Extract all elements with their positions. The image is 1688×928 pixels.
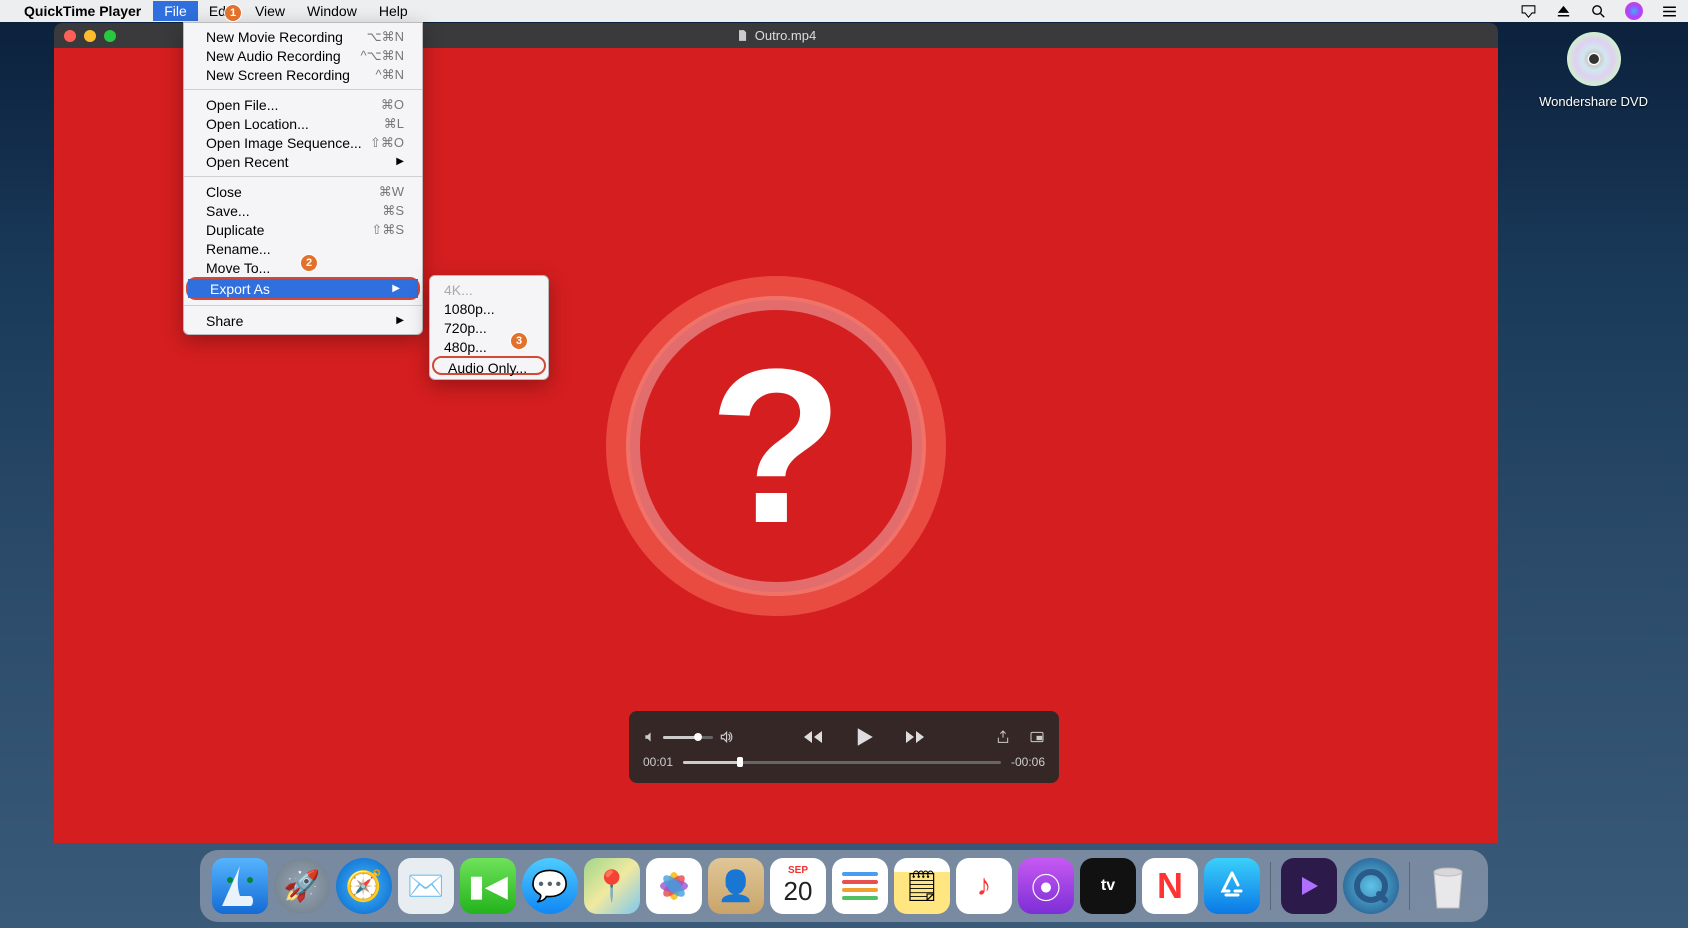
calendar-icon[interactable]: SEP 20 <box>770 858 826 914</box>
annotation-marker-1: 1 <box>224 4 242 22</box>
rewind-button[interactable] <box>801 725 825 749</box>
desktop-dvd-icon[interactable]: Wondershare DVD <box>1539 32 1648 109</box>
volume-min-icon[interactable] <box>643 730 657 744</box>
app-name[interactable]: QuickTime Player <box>24 3 141 19</box>
control-center-icon[interactable] <box>1661 3 1678 20</box>
play-button[interactable] <box>849 722 879 752</box>
menu-new-movie-recording[interactable]: New Movie Recording⌥⌘N <box>184 27 422 46</box>
menu-new-screen-recording[interactable]: New Screen Recording^⌘N <box>184 65 422 84</box>
airplay-icon[interactable] <box>1520 3 1537 20</box>
menu-file[interactable]: File <box>153 1 198 21</box>
podcasts-icon[interactable]: ⦿ <box>1018 858 1074 914</box>
menu-open-location[interactable]: Open Location...⌘L <box>184 114 422 133</box>
menu-new-audio-recording[interactable]: New Audio Recording^⌥⌘N <box>184 46 422 65</box>
launchpad-icon[interactable]: 🚀 <box>274 858 330 914</box>
export-720p[interactable]: 720p... <box>430 318 548 337</box>
menu-export-as[interactable]: Export As▶ <box>188 279 418 298</box>
annotation-marker-3: 3 <box>510 332 528 350</box>
dock: 🚀 🧭 ✉️ ▮◀ 💬 📍 👤 SEP 20 🗒 ♪ ⦿ tv N <box>200 850 1488 922</box>
contacts-icon[interactable]: 👤 <box>708 858 764 914</box>
window-minimize-button[interactable] <box>84 30 96 42</box>
export-1080p[interactable]: 1080p... <box>430 299 548 318</box>
reminders-icon[interactable] <box>832 858 888 914</box>
disc-icon <box>1567 32 1621 86</box>
fast-forward-button[interactable] <box>903 725 927 749</box>
scrubber[interactable] <box>683 761 1001 764</box>
news-icon[interactable]: N <box>1142 858 1198 914</box>
music-icon[interactable]: ♪ <box>956 858 1012 914</box>
share-icon[interactable] <box>995 729 1011 745</box>
menu-close[interactable]: Close⌘W <box>184 182 422 201</box>
window-zoom-button[interactable] <box>104 30 116 42</box>
eject-icon[interactable] <box>1555 3 1572 20</box>
photos-icon[interactable] <box>646 858 702 914</box>
search-icon[interactable] <box>1590 3 1607 20</box>
player-controls: 00:01 -00:06 <box>629 711 1059 783</box>
menu-duplicate[interactable]: Duplicate⇧⌘S <box>184 220 422 239</box>
annotation-marker-2: 2 <box>300 254 318 272</box>
finder-icon[interactable] <box>212 858 268 914</box>
time-elapsed: 00:01 <box>643 755 673 769</box>
document-icon <box>736 29 749 42</box>
desktop-icon-label: Wondershare DVD <box>1539 94 1648 109</box>
siri-icon[interactable] <box>1625 2 1643 20</box>
menu-share[interactable]: Share▶ <box>184 311 422 330</box>
file-menu-dropdown: New Movie Recording⌥⌘N New Audio Recordi… <box>183 22 423 335</box>
pip-icon[interactable] <box>1029 729 1045 745</box>
notes-icon[interactable]: 🗒 <box>894 858 950 914</box>
quicktime-icon[interactable] <box>1343 858 1399 914</box>
window-title: Outro.mp4 <box>755 28 816 43</box>
export-audio-only[interactable]: Audio Only... <box>432 356 546 375</box>
window-close-button[interactable] <box>64 30 76 42</box>
export-as-submenu: 4K... 1080p... 720p... 480p... Audio Onl… <box>429 275 549 380</box>
uniconverter-icon[interactable] <box>1281 858 1337 914</box>
time-remaining: -00:06 <box>1011 755 1045 769</box>
video-graphic: ? <box>626 296 926 596</box>
menubar: QuickTime Player File Edit View Window H… <box>0 0 1688 22</box>
maps-icon[interactable]: 📍 <box>584 858 640 914</box>
mail-icon[interactable]: ✉️ <box>398 858 454 914</box>
menu-window[interactable]: Window <box>296 1 368 21</box>
messages-icon[interactable]: 💬 <box>522 858 578 914</box>
tv-icon[interactable]: tv <box>1080 858 1136 914</box>
menu-view[interactable]: View <box>244 1 296 21</box>
trash-icon[interactable] <box>1420 858 1476 914</box>
facetime-icon[interactable]: ▮◀ <box>460 858 516 914</box>
menu-open-image-sequence[interactable]: Open Image Sequence...⇧⌘O <box>184 133 422 152</box>
menu-open-recent[interactable]: Open Recent▶ <box>184 152 422 171</box>
safari-icon[interactable]: 🧭 <box>336 858 392 914</box>
export-480p[interactable]: 480p... <box>430 337 548 356</box>
volume-max-icon[interactable] <box>719 730 733 744</box>
appstore-icon[interactable] <box>1204 858 1260 914</box>
menu-save[interactable]: Save...⌘S <box>184 201 422 220</box>
volume-slider[interactable] <box>663 736 713 739</box>
menu-help[interactable]: Help <box>368 1 419 21</box>
export-4k: 4K... <box>430 280 548 299</box>
menu-open-file[interactable]: Open File...⌘O <box>184 95 422 114</box>
